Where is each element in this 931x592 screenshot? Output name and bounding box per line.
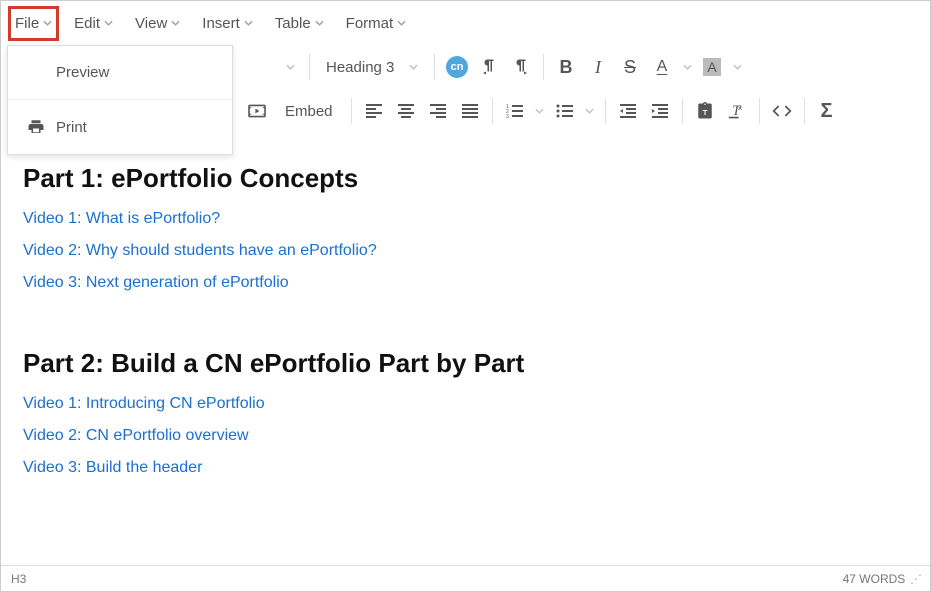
indent-button[interactable] <box>646 97 674 125</box>
highlight-button[interactable]: A <box>698 53 726 81</box>
embed-label: Embed <box>285 103 333 120</box>
menu-format-label: Format <box>346 15 394 32</box>
numbered-list-icon: 123 <box>506 104 524 118</box>
pilcrow-rtl-icon <box>512 58 530 76</box>
statusbar: H3 47 WORDS ⋰ <box>1 565 930 591</box>
paste-text-icon: T <box>696 102 714 120</box>
outdent-icon <box>619 104 637 118</box>
code-icon <box>772 104 792 118</box>
embed-button[interactable]: Embed <box>275 97 343 125</box>
chevron-down-icon <box>244 20 253 26</box>
video-link[interactable]: Video 2: CN ePortfolio overview <box>23 427 908 445</box>
align-justify-button[interactable] <box>456 97 484 125</box>
word-count[interactable]: 47 WORDS <box>843 572 906 586</box>
align-left-icon <box>365 104 383 118</box>
cn-icon: cn <box>446 56 468 78</box>
menu-file[interactable]: File <box>9 7 58 40</box>
block-format-select[interactable]: Heading 3 <box>318 52 426 82</box>
equation-button[interactable]: Σ <box>813 97 841 125</box>
ltr-button[interactable] <box>475 53 503 81</box>
editor-content-scroll[interactable]: Part 1: ePortfolio Concepts Video 1: Wha… <box>1 133 930 565</box>
italic-button[interactable]: I <box>584 53 612 81</box>
menu-insert[interactable]: Insert <box>196 7 259 40</box>
numbered-list-dropdown[interactable] <box>533 97 547 125</box>
menu-view-label: View <box>135 15 167 32</box>
pilcrow-ltr-icon <box>480 58 498 76</box>
bullet-list-dropdown[interactable] <box>583 97 597 125</box>
paste-text-button[interactable]: T <box>691 97 719 125</box>
font-family-dropdown[interactable] <box>243 53 301 81</box>
menu-table-label: Table <box>275 15 311 32</box>
file-preview-label: Preview <box>56 64 109 81</box>
part1-heading: Part 1: ePortfolio Concepts <box>23 163 908 194</box>
clear-format-icon: T× <box>727 102 747 120</box>
menu-table[interactable]: Table <box>269 7 330 40</box>
align-center-button[interactable] <box>392 97 420 125</box>
chevron-down-icon <box>286 64 295 70</box>
chevron-down-icon <box>535 108 544 114</box>
element-path[interactable]: H3 <box>11 572 26 586</box>
bullet-list-icon <box>556 104 574 118</box>
chevron-down-icon <box>409 64 418 70</box>
clear-formatting-button[interactable]: T× <box>723 97 751 125</box>
align-justify-icon <box>461 104 479 118</box>
chevron-down-icon <box>104 20 113 26</box>
menu-file-label: File <box>15 15 39 32</box>
block-format-label: Heading 3 <box>326 59 394 76</box>
chevron-down-icon <box>733 64 742 70</box>
chevron-down-icon <box>683 64 692 70</box>
text-color-dropdown[interactable] <box>680 53 694 81</box>
menu-insert-label: Insert <box>202 15 240 32</box>
menu-view[interactable]: View <box>129 7 186 40</box>
menu-edit-label: Edit <box>74 15 100 32</box>
menu-edit[interactable]: Edit <box>68 7 119 40</box>
menubar: File Edit View Insert Table Format <box>1 1 930 45</box>
text-color-button[interactable]: A <box>648 53 676 81</box>
video-icon <box>247 103 267 119</box>
source-code-button[interactable] <box>768 97 796 125</box>
numbered-list-button[interactable]: 123 <box>501 97 529 125</box>
video-link[interactable]: Video 3: Next generation of ePortfolio <box>23 274 908 292</box>
bold-button[interactable]: B <box>552 53 580 81</box>
video-link[interactable]: Video 3: Build the header <box>23 459 908 477</box>
highlight-dropdown[interactable] <box>730 53 744 81</box>
chevron-down-icon <box>171 20 180 26</box>
align-left-button[interactable] <box>360 97 388 125</box>
strikethrough-button[interactable]: S <box>616 53 644 81</box>
outdent-button[interactable] <box>614 97 642 125</box>
video-link[interactable]: Video 1: What is ePortfolio? <box>23 210 908 228</box>
align-center-icon <box>397 104 415 118</box>
align-right-icon <box>429 104 447 118</box>
svg-text:T: T <box>702 108 707 117</box>
file-preview-item[interactable]: Preview <box>8 46 232 100</box>
bullet-list-button[interactable] <box>551 97 579 125</box>
align-right-button[interactable] <box>424 97 452 125</box>
svg-text:×: × <box>737 104 742 113</box>
chevron-down-icon <box>43 20 52 26</box>
chevron-down-icon <box>315 20 324 26</box>
print-icon <box>24 118 48 136</box>
rtl-button[interactable] <box>507 53 535 81</box>
part2-heading: Part 2: Build a CN ePortfolio Part by Pa… <box>23 348 908 379</box>
file-print-item[interactable]: Print <box>8 100 232 154</box>
highlight-icon: A <box>703 58 720 76</box>
file-print-label: Print <box>56 119 87 136</box>
chevron-down-icon <box>397 20 406 26</box>
indent-icon <box>651 104 669 118</box>
chevron-down-icon <box>585 108 594 114</box>
video-link[interactable]: Video 1: Introducing CN ePortfolio <box>23 395 908 413</box>
text-color-icon: A <box>657 58 668 76</box>
resize-grip-icon[interactable]: ⋰ <box>909 572 920 586</box>
menu-format[interactable]: Format <box>340 7 413 40</box>
svg-text:3: 3 <box>506 114 509 118</box>
file-dropdown: Preview Print <box>7 45 233 155</box>
cn-link-button[interactable]: cn <box>443 53 471 81</box>
video-link[interactable]: Video 2: Why should students have an ePo… <box>23 242 908 260</box>
editor-content[interactable]: Part 1: ePortfolio Concepts Video 1: Wha… <box>1 133 930 551</box>
insert-video-button[interactable] <box>243 97 271 125</box>
